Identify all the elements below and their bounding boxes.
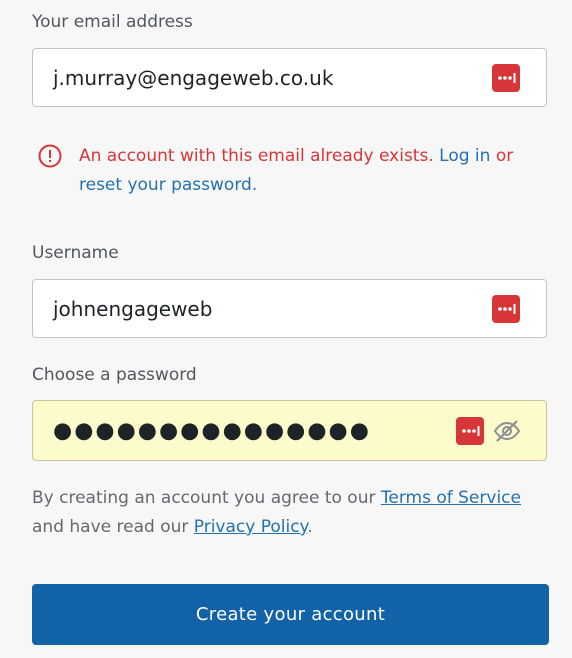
- terms-prefix: By creating an account you agree to our: [32, 488, 376, 508]
- signup-form: Your email address j.murray@engageweb.co…: [0, 0, 572, 658]
- error-message-text: An account with this email already exist…: [79, 146, 434, 166]
- password-manager-icon[interactable]: [456, 416, 484, 445]
- username-field[interactable]: johnengageweb: [32, 279, 547, 338]
- password-manager-icon[interactable]: [492, 294, 520, 323]
- error-message: An account with this email already exist…: [79, 142, 539, 200]
- username-value: johnengageweb: [53, 296, 213, 321]
- create-account-button[interactable]: Create your account: [32, 584, 549, 645]
- eye-slash-icon[interactable]: [492, 416, 522, 446]
- password-value: ●●●●●●●●●●●●●●●: [53, 418, 371, 443]
- terms-of-service-link[interactable]: Terms of Service: [381, 488, 521, 508]
- privacy-policy-link[interactable]: Privacy Policy: [194, 517, 307, 537]
- email-label: Your email address: [32, 12, 193, 32]
- terms-notice: By creating an account you agree to our …: [32, 484, 542, 542]
- password-field[interactable]: ●●●●●●●●●●●●●●●: [32, 400, 547, 461]
- password-label: Choose a password: [32, 365, 197, 385]
- login-link[interactable]: Log in: [439, 146, 490, 166]
- email-field[interactable]: j.murray@engageweb.co.uk: [32, 48, 547, 107]
- error-period: .: [251, 175, 258, 195]
- terms-middle: and have read our: [32, 517, 189, 537]
- error-circle-icon: [38, 144, 62, 168]
- terms-suffix: .: [307, 517, 313, 537]
- password-manager-icon[interactable]: [492, 63, 520, 92]
- email-value: j.murray@engageweb.co.uk: [53, 65, 334, 90]
- error-or-text: or: [495, 146, 514, 166]
- username-label: Username: [32, 243, 119, 263]
- reset-password-link[interactable]: reset your password: [79, 175, 252, 195]
